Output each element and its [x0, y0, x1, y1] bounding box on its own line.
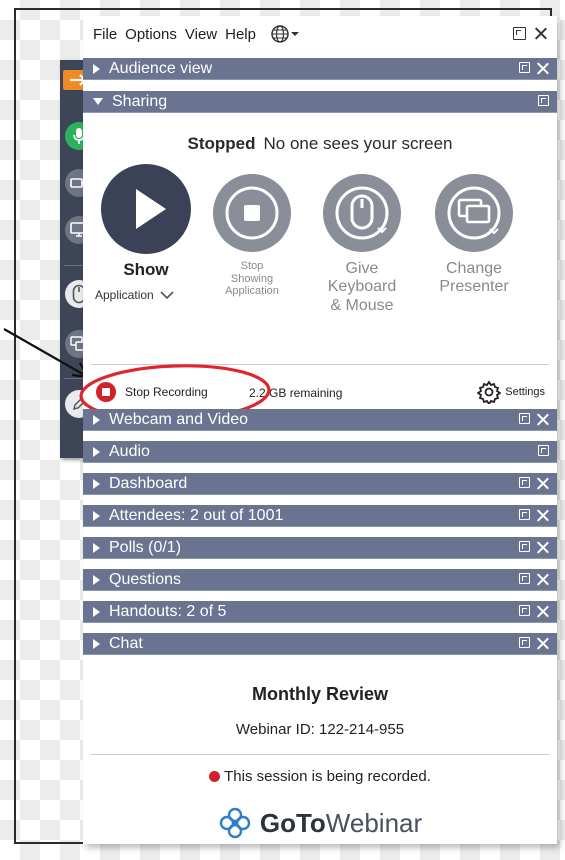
popout-icon[interactable]	[519, 477, 530, 488]
popout-icon[interactable]	[519, 62, 530, 73]
popout-icon[interactable]	[538, 95, 549, 106]
label-line: Showing	[230, 272, 274, 285]
show-label: Show	[123, 260, 169, 279]
expand-icon	[93, 63, 100, 74]
close-icon[interactable]	[536, 573, 549, 586]
close-icon[interactable]	[536, 637, 549, 650]
section-handouts[interactable]: Handouts: 2 of 5	[83, 601, 557, 623]
section-questions[interactable]: Questions	[83, 569, 557, 591]
expand-icon	[93, 542, 100, 553]
section-attendees[interactable]: Attendees: 2 out of 1001	[83, 505, 557, 527]
section-label: Dashboard	[109, 474, 188, 492]
popout-icon[interactable]	[519, 413, 530, 424]
section-sharing[interactable]: Sharing	[83, 91, 557, 113]
label-line: Keyboard	[327, 278, 397, 296]
presenter-screens-icon	[447, 186, 501, 240]
mouse-icon	[335, 186, 389, 240]
menu-view[interactable]: View	[185, 26, 217, 43]
stop-showing-label: Stop Showing Application	[203, 260, 301, 298]
settings-label: Settings	[505, 386, 545, 398]
section-label: Questions	[109, 570, 182, 588]
play-icon	[136, 189, 166, 229]
section-label: Handouts: 2 of 5	[109, 602, 227, 620]
status-text: No one sees your screen	[263, 134, 453, 153]
language-selector[interactable]	[270, 24, 300, 44]
menu-bar: File Options View Help	[83, 16, 557, 52]
change-presenter-label: Change Presenter	[425, 260, 523, 297]
change-presenter-button[interactable]	[435, 174, 513, 252]
close-icon[interactable]	[536, 62, 549, 75]
section-chat[interactable]: Chat	[83, 633, 557, 655]
popout-icon[interactable]	[513, 27, 526, 40]
label-line: Stop	[240, 260, 264, 272]
menu-options[interactable]: Options	[125, 26, 177, 43]
recording-notice-text: This session is being recorded.	[224, 768, 431, 785]
window-controls	[513, 27, 547, 40]
give-keyboard-mouse-button[interactable]	[323, 174, 401, 252]
section-label: Chat	[109, 634, 143, 652]
footer-divider	[91, 754, 549, 755]
webinar-title: Monthly Review	[251, 684, 389, 704]
expand-icon	[93, 638, 100, 649]
status-label: Stopped	[187, 134, 256, 153]
expand-icon	[93, 574, 100, 585]
popout-icon[interactable]	[519, 573, 530, 584]
gear-icon	[477, 380, 502, 404]
expand-icon	[93, 606, 100, 617]
brand-webinar: Webinar	[325, 807, 423, 838]
give-keyboard-label: Give Keyboard & Mouse	[313, 260, 411, 315]
popout-icon[interactable]	[519, 541, 530, 552]
sharing-status: Stopped No one sees your screen	[83, 134, 557, 154]
show-screen-button[interactable]	[101, 164, 191, 254]
close-icon[interactable]	[536, 605, 549, 618]
label-line: Application	[225, 285, 279, 298]
label-line: Give	[345, 260, 379, 277]
expand-icon	[93, 446, 100, 457]
label-line: & Mouse	[330, 296, 394, 314]
control-panel: File Options View Help Audience view Sha…	[79, 16, 557, 844]
flower-logo-icon	[219, 807, 251, 839]
show-application-select[interactable]: Application	[95, 288, 205, 302]
section-dashboard[interactable]: Dashboard	[83, 473, 557, 495]
expand-icon	[93, 510, 100, 521]
close-icon[interactable]	[536, 509, 549, 522]
menu-file[interactable]: File	[93, 26, 117, 43]
close-icon[interactable]	[536, 541, 549, 554]
section-label: Polls (0/1)	[109, 538, 182, 556]
popout-icon[interactable]	[538, 445, 549, 456]
section-webcam[interactable]: Webcam and Video	[83, 409, 557, 431]
section-audio[interactable]: Audio	[83, 441, 557, 463]
brand-goto: GoTo	[259, 807, 326, 838]
select-value: Application	[95, 288, 154, 302]
record-dot-icon	[209, 771, 221, 782]
chevron-down-icon	[160, 290, 174, 299]
gotowebinar-logo: GoTo Webinar	[83, 806, 557, 840]
label-line: Change	[445, 260, 503, 277]
popout-icon[interactable]	[519, 509, 530, 520]
collapse-icon	[93, 98, 103, 105]
close-icon[interactable]	[536, 413, 549, 426]
section-audience-view[interactable]: Audience view	[83, 58, 557, 80]
popout-icon[interactable]	[519, 605, 530, 616]
close-icon[interactable]	[534, 27, 547, 40]
expand-icon	[93, 414, 100, 425]
label-line: Presenter	[439, 278, 509, 296]
section-label: Attendees: 2 out of 1001	[109, 506, 284, 524]
section-label: Webcam and Video	[109, 410, 249, 428]
section-polls[interactable]: Polls (0/1)	[83, 537, 557, 559]
menu-help[interactable]: Help	[225, 26, 256, 43]
settings-button[interactable]: Settings	[477, 380, 545, 404]
section-label: Sharing	[112, 92, 168, 110]
close-icon[interactable]	[536, 477, 549, 490]
section-label: Audience view	[109, 59, 213, 77]
stop-icon	[225, 186, 279, 240]
popout-icon[interactable]	[519, 637, 530, 648]
webinar-id: Webinar ID: 122-214-955	[235, 721, 405, 738]
recording-notice: This session is being recorded.	[83, 768, 557, 785]
globe-icon	[271, 25, 289, 43]
stop-showing-button[interactable]	[213, 174, 291, 252]
caret-down-icon	[290, 32, 299, 36]
section-label: Audio	[109, 442, 150, 460]
expand-icon	[93, 478, 100, 489]
